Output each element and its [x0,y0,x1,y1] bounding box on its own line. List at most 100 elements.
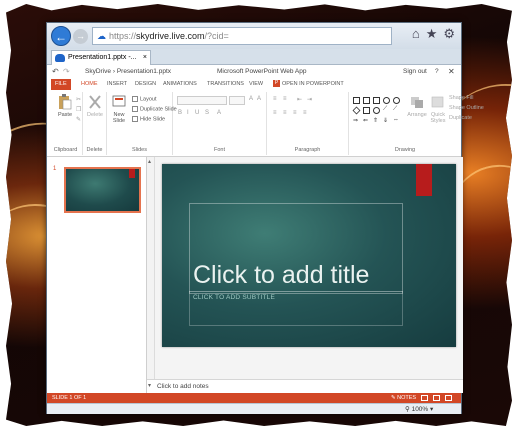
font-family-select[interactable] [177,96,227,105]
line-shape-icon-2[interactable]: ⟋ [393,106,397,113]
duplicate-shape-button[interactable]: Duplicate [449,115,472,121]
slide-accent-bar [416,164,432,196]
align-right-icon[interactable]: ≡ [293,110,297,116]
tab-open-in-powerpoint[interactable]: P OPEN IN POWERPOINT [269,79,348,90]
arrow-left-right-icon[interactable]: ⇔ [393,117,399,123]
tab-insert[interactable]: INSERT [103,79,131,90]
hide-slide-button[interactable]: Hide Slide [132,116,165,122]
arrow-right-icon[interactable]: ⇒ [353,117,358,124]
tab-view[interactable]: VIEW [245,79,267,90]
arrange-button[interactable]: Arrange [407,94,427,118]
diamond-shape-icon[interactable] [352,106,361,115]
arrow-down-icon[interactable]: ⇓ [383,117,388,124]
slideshow-view-icon[interactable] [445,395,452,401]
bullets-icon[interactable]: ≡ [273,96,277,102]
gear-icon[interactable]: ⚙ [443,26,455,41]
title-placeholder[interactable]: Click to add title [193,261,369,290]
rect-shape-icon[interactable] [363,107,370,114]
tab-design[interactable]: DESIGN [131,79,160,90]
shrink-font-icon[interactable]: A [257,96,261,102]
quick-styles-button[interactable]: Quick Styles [428,94,448,124]
help-button[interactable]: ? [435,65,439,79]
home-icon[interactable]: ⌂ [412,26,420,41]
address-scheme: https:// [109,31,137,41]
tab-animations[interactable]: ANIMATIONS [159,79,201,90]
browser-icons: ⌂ ★ ⚙ [406,26,455,42]
oval-shape-icon[interactable] [383,97,390,104]
sign-out-link[interactable]: Sign out [403,65,427,79]
duplicate-slide-button[interactable]: Duplicate Slide [132,106,177,112]
delete-button[interactable]: Delete [84,94,106,118]
format-painter-icon[interactable]: ✎ [76,116,81,123]
copy-icon[interactable]: ❐ [76,106,81,113]
grow-font-icon[interactable]: A [249,96,253,102]
pane-splitter[interactable]: ▴ [147,157,155,393]
rectangle-shape-icon[interactable] [363,97,370,104]
undo-icon[interactable]: ↶ [52,65,59,79]
tab-home[interactable]: HOME [77,79,102,90]
justify-icon[interactable]: ≡ [303,110,307,116]
underline-icon[interactable]: U [195,110,199,116]
breadcrumb-separator: › [112,68,115,75]
zoom-level[interactable]: ⚲ 100% ▾ [405,404,433,415]
arrow-up-icon[interactable]: ⇑ [373,117,378,124]
address-bar[interactable]: ☁https://skydrive.live.com/?cid= ⚲▾🔒↻✕ [92,27,392,45]
paste-label: Paste [57,112,73,118]
line-shape-icon[interactable]: ⟋ [383,106,387,113]
font-color-icon[interactable]: A [217,110,221,116]
pentagon-shape-icon[interactable] [393,97,400,104]
close-app-button[interactable]: ✕ [448,65,455,79]
text-box-shape-icon[interactable] [353,97,360,104]
cloud-icon: ☁ [97,31,106,41]
zoom-value: 100% [411,406,429,413]
shape-fill-button[interactable]: Shape Fill [449,95,473,101]
notes-toggle-label: NOTES [397,395,417,401]
delete-icon [89,95,101,109]
new-slide-button[interactable]: New Slide [108,94,130,124]
browser-tab[interactable]: Presentation1.pptx -... × [51,50,151,65]
notes-placeholder[interactable]: Click to add notes [157,383,209,390]
slides-group-label: Slides [132,147,147,153]
layout-icon [132,96,138,102]
forward-button[interactable]: → [73,29,88,44]
cut-icon[interactable]: ✂ [76,96,81,103]
align-center-icon[interactable]: ≡ [283,110,287,116]
arrow-left-icon[interactable]: ⇐ [363,117,368,124]
back-button[interactable]: ← [51,26,71,46]
normal-view-icon[interactable] [421,395,428,401]
close-icon[interactable]: × [143,51,147,65]
duplicate-slide-label: Duplicate Slide [140,106,177,113]
italic-icon[interactable]: I [187,110,189,116]
tab-transitions[interactable]: TRANSITIONS [203,79,248,90]
align-left-icon[interactable]: ≡ [273,110,277,116]
decrease-indent-icon[interactable]: ⇤ [297,96,302,103]
notes-pane[interactable]: ▾ Click to add notes [147,379,463,393]
collapse-arrow-icon[interactable]: ▴ [148,158,151,165]
ribbon: Paste ✂ ❐ ✎ Clipboard Delete Delete New … [47,90,484,157]
reading-view-icon[interactable] [433,395,440,401]
font-size-select[interactable] [229,96,245,105]
rounded-rect-shape-icon[interactable] [373,97,380,104]
redo-icon[interactable]: ↷ [63,65,70,79]
increase-indent-icon[interactable]: ⇥ [307,96,312,103]
strikethrough-icon[interactable]: S [205,110,209,116]
shape-outline-button[interactable]: Shape Outline [449,105,484,111]
subtitle-placeholder[interactable]: CLICK TO ADD SUBTITLE [193,294,275,301]
layout-button[interactable]: Layout [132,96,157,102]
notes-toggle-button[interactable]: ✎ NOTES [391,393,416,403]
circle-shape-icon[interactable] [373,107,380,114]
breadcrumb-skydrive[interactable]: SkyDrive [85,68,111,75]
slide-count: SLIDE 1 OF 1 [52,395,87,401]
favorites-icon[interactable]: ★ [426,26,438,41]
paste-button[interactable]: Paste [54,94,76,118]
slide-thumbnail[interactable] [64,167,141,213]
arrange-icon [411,97,423,108]
notes-collapse-icon[interactable]: ▾ [148,380,151,393]
browser-window: ← → ☁https://skydrive.live.com/?cid= ⚲▾🔒… [46,22,484,415]
new-slide-label-line2: Slide [112,118,126,124]
slide[interactable]: Click to add title CLICK TO ADD SUBTITLE [162,164,456,347]
bold-icon[interactable]: B [178,110,182,116]
open-in-powerpoint-label: OPEN IN POWERPOINT [282,81,344,87]
tab-file[interactable]: FILE [51,79,71,90]
numbering-icon[interactable]: ≡ [283,96,287,102]
